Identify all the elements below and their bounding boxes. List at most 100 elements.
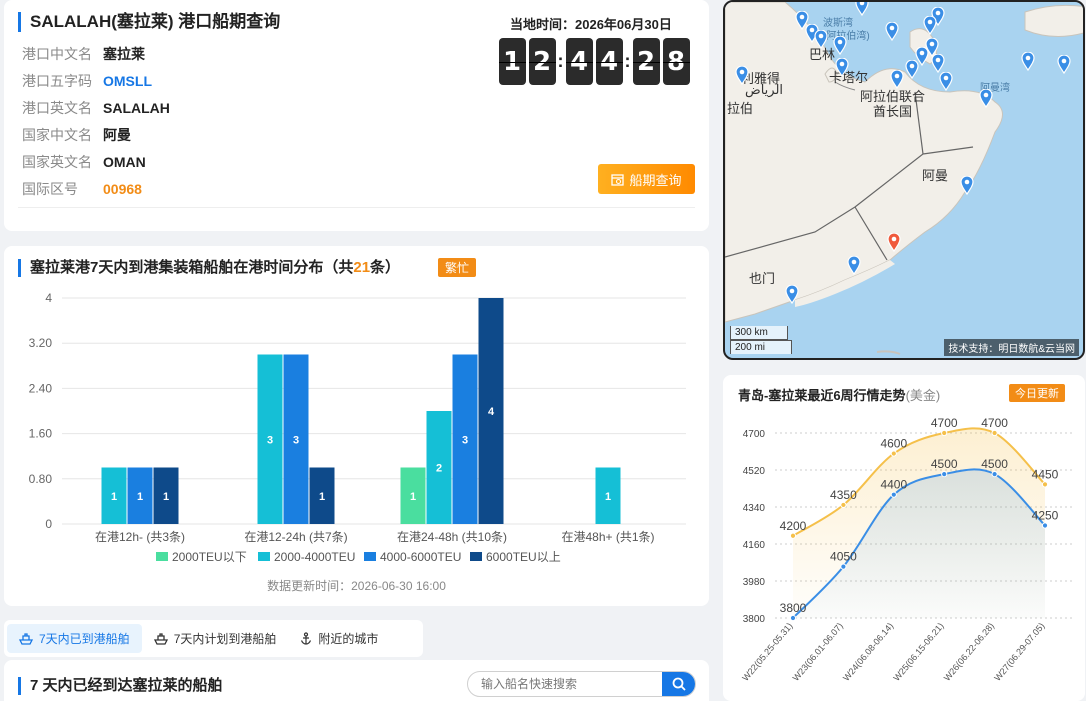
data-point: [789, 532, 797, 539]
port-marker-icon[interactable]: [960, 176, 974, 195]
port-marker-icon[interactable]: [890, 70, 904, 89]
y-tick-label: 4520: [743, 466, 766, 477]
schedule-icon: [611, 173, 625, 186]
port-marker-icon[interactable]: [847, 256, 861, 275]
map-label-saudi: 拉伯: [727, 101, 754, 116]
divider: [18, 207, 695, 208]
vessel-search: [467, 671, 696, 697]
x-tick-label: W26(06.22-06.28): [942, 621, 996, 683]
data-point: [789, 614, 797, 622]
y-tick-label: 4340: [743, 503, 766, 514]
data-point: [840, 501, 847, 509]
distribution-title-suffix: 条）: [370, 259, 401, 276]
port-marker-icon[interactable]: [855, 0, 869, 16]
status-badge: 繁忙: [438, 258, 477, 277]
arrived-vessels-card: 7 天内已经到达塞拉莱的船舶: [4, 660, 709, 701]
info-value: OMSLL: [103, 73, 152, 89]
ship-icon: [19, 632, 33, 645]
port-map[interactable]: 波斯湾 (阿拉伯湾) 巴林 卡塔尔 利雅得 الرياض 拉伯 阿拉伯联合 酋长…: [723, 0, 1085, 360]
port-marker-icon[interactable]: [735, 66, 749, 85]
clock-digit: 8: [662, 38, 690, 85]
info-value: OMAN: [103, 154, 146, 170]
page-title: SALALAH(塞拉莱) 港口船期查询: [18, 12, 280, 32]
distribution-count: 21: [353, 259, 371, 276]
trend-title: 青岛-塞拉莱最近6周行情走势(美金): [738, 385, 940, 404]
x-tick-label: W24(06.08-06.14): [841, 621, 895, 683]
tab-label: 7天内已到港船舶: [39, 632, 130, 646]
data-point: [840, 563, 847, 570]
port-marker-icon[interactable]: [1021, 52, 1035, 71]
data-point: [1041, 481, 1049, 488]
current-port-marker-icon[interactable]: [887, 233, 901, 252]
data-point: [941, 429, 948, 437]
port-marker-icon[interactable]: [1057, 55, 1071, 74]
data-label: 4700: [981, 416, 1008, 430]
schedule-search-button[interactable]: 船期查询: [598, 164, 695, 194]
info-row-dial-code: 国际区号 00968: [22, 179, 142, 199]
scale-km: 300 km: [730, 326, 788, 340]
bar-value-label: 1: [605, 491, 611, 503]
legend-swatch: [470, 552, 482, 561]
bar-value-label: 1: [111, 491, 117, 503]
port-marker-icon[interactable]: [835, 58, 849, 77]
map-label-riyadh-ar: الرياض: [745, 82, 784, 97]
port-marker-icon[interactable]: [979, 89, 993, 108]
clock-separator: :: [624, 51, 631, 71]
map-credit: 技术支持：明日数航&云当网: [944, 339, 1079, 356]
port-marker-icon[interactable]: [931, 54, 945, 73]
port-marker-icon[interactable]: [905, 60, 919, 79]
local-time-label: 当地时间：2026年06月30日: [510, 17, 672, 32]
data-point: [941, 471, 948, 478]
info-value: SALALAH: [103, 100, 170, 116]
info-value: 阿曼: [103, 127, 131, 143]
arrived-vessels-title: 7 天内已经到达塞拉莱的船舶: [18, 677, 223, 695]
clock-digit: 4: [565, 38, 593, 85]
y-tick-label: 4: [45, 291, 52, 305]
tab-planned[interactable]: 7天内计划到港船舶: [142, 624, 289, 653]
search-button[interactable]: [662, 672, 695, 696]
y-tick-label: 2.40: [29, 381, 53, 395]
data-point: [1041, 522, 1049, 529]
schedule-search-label: 船期查询: [629, 172, 682, 188]
berth-time-distribution-card: 塞拉莱港7天内到港集装箱船舶在港时间分布（共21条） 繁忙 0 0.80 1.60 2…: [4, 246, 709, 606]
y-tick-label: 3.20: [29, 336, 53, 350]
clock-digit: 4: [595, 38, 623, 85]
map-label-yemen: 也门: [749, 271, 776, 286]
tab-arrived[interactable]: 7天内已到港船舶: [7, 624, 142, 653]
x-tick-label: W22(05.25-05.31): [740, 621, 794, 683]
info-row-country-en: 国家英文名 OMAN: [22, 152, 146, 172]
tab-nearby-cities[interactable]: 附近的城市: [288, 624, 390, 653]
today-updated-badge: 今日更新: [1009, 384, 1065, 402]
port-marker-icon[interactable]: [814, 30, 828, 49]
port-marker-icon[interactable]: [939, 72, 953, 91]
info-row-cn-name: 港口中文名 塞拉莱: [22, 44, 145, 64]
distribution-title-prefix: 塞拉莱港7天内到港集装箱船舶在港时间分布（共: [30, 259, 354, 276]
bar-value-label: 1: [137, 491, 143, 503]
data-label: 3800: [780, 601, 807, 615]
legend-swatch: [156, 552, 168, 561]
scale-mi: 200 mi: [730, 340, 792, 354]
clock-digit: 2: [632, 38, 660, 85]
port-marker-icon[interactable]: [785, 285, 799, 304]
port-marker-icon[interactable]: [833, 36, 847, 55]
info-row-country-cn: 国家中文名 阿曼: [22, 125, 131, 145]
port-marker-icon[interactable]: [885, 22, 899, 41]
bar-value-label: 3: [293, 434, 299, 446]
y-tick-label: 4160: [743, 540, 766, 551]
port-marker-icon[interactable]: [923, 16, 937, 35]
bar-value-label: 1: [410, 491, 416, 503]
y-tick-label: 0: [45, 517, 52, 531]
legend-label: 4000-6000TEU: [380, 550, 461, 564]
trend-unit: (美金): [905, 388, 941, 403]
clock-digit: 2: [528, 38, 556, 85]
info-label: 国家中文名: [22, 127, 92, 143]
bar-value-label: 3: [462, 434, 468, 446]
freight-trend-card: 3800 3980 4160 4340 4520 4700 4200 4350 4600 4700…: [723, 375, 1085, 701]
x-tick-label: 在港12h- (共3条): [95, 530, 185, 544]
vessel-search-input[interactable]: [468, 672, 663, 696]
bar-value-label: 3: [267, 434, 273, 446]
bar-value-label: 4: [488, 406, 495, 418]
data-label: 4050: [830, 550, 857, 564]
y-tick-label: 3800: [743, 614, 766, 625]
clock-digit: 1: [498, 38, 526, 85]
